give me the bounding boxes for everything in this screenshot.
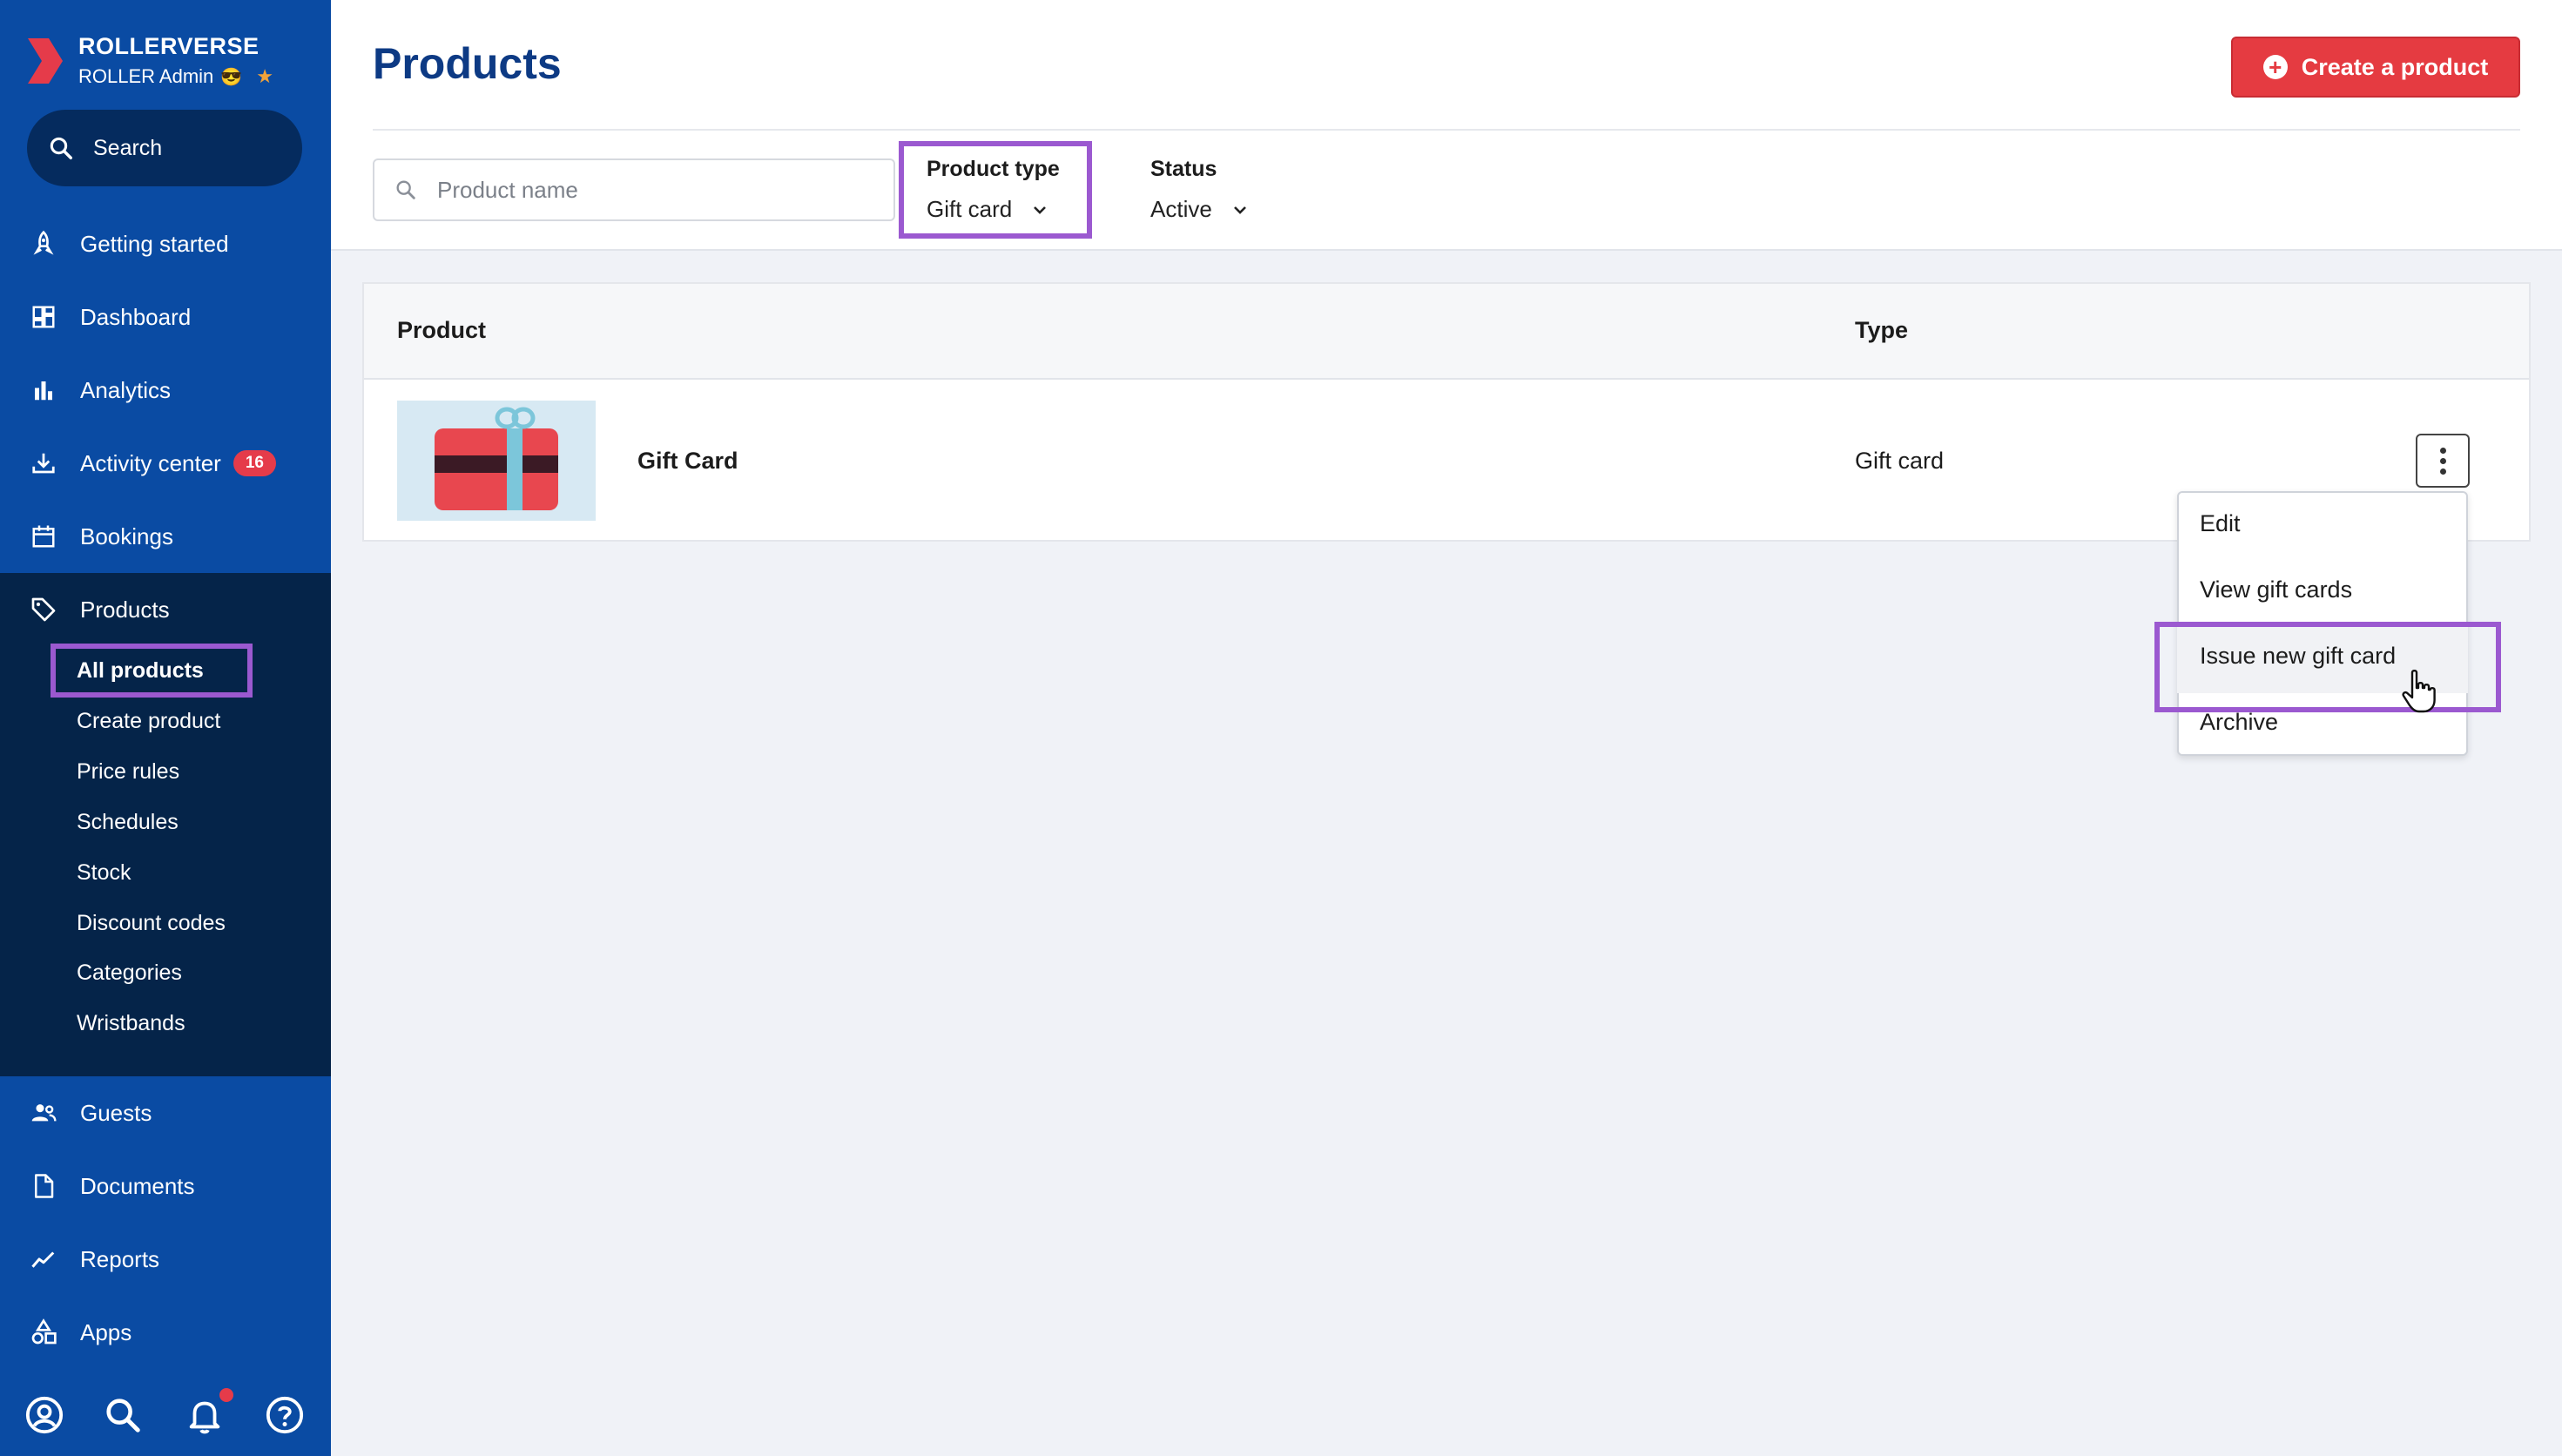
- sidebar-search-label: Search: [93, 135, 163, 160]
- document-icon: [28, 1170, 59, 1202]
- table-header: Product Type: [364, 284, 2529, 380]
- sidebar-item-label: Guests: [80, 1099, 152, 1126]
- sidebar-item-label: Bookings: [80, 522, 173, 549]
- sidebar-item-reports[interactable]: Reports: [0, 1223, 331, 1296]
- sidebar-subitem-wristbands[interactable]: Wristbands: [77, 1011, 185, 1036]
- search-icon[interactable]: [103, 1395, 143, 1435]
- sidebar-subitem-create-product[interactable]: Create product: [77, 709, 220, 734]
- sunglasses-emoji-icon: 😎: [220, 67, 243, 87]
- filter-label: Status: [1150, 157, 1217, 181]
- sidebar-item-label: Getting started: [80, 230, 229, 257]
- bar-chart-icon: [28, 374, 59, 406]
- sidebar-item-label: Reports: [80, 1245, 160, 1272]
- sidebar-item-getting-started[interactable]: Getting started: [0, 207, 331, 280]
- sidebar-subitem-schedules[interactable]: Schedules: [77, 810, 179, 835]
- sidebar-subitem-stock[interactable]: Stock: [77, 860, 131, 886]
- issue-gift-card-highlight: [2154, 622, 2501, 712]
- column-header-type[interactable]: Type: [1855, 317, 1908, 344]
- brand-name: ROLLERVERSE: [78, 33, 260, 59]
- rocket-icon: [28, 228, 59, 260]
- sidebar-item-products[interactable]: Products: [0, 573, 331, 646]
- gift-card-image-icon: [435, 407, 558, 510]
- create-product-label: Create a product: [2301, 53, 2489, 80]
- sidebar-item-bookings[interactable]: Bookings: [0, 500, 331, 573]
- page-title: Products: [373, 39, 562, 88]
- sidebar-subitem-discount-codes[interactable]: Discount codes: [77, 911, 226, 936]
- sidebar-item-label: Analytics: [80, 376, 172, 403]
- download-tray-icon: [28, 448, 59, 479]
- search-icon: [50, 137, 72, 159]
- menu-item-archive[interactable]: Archive: [2200, 709, 2278, 736]
- product-search-input[interactable]: [437, 176, 855, 204]
- sidebar-item-activity-center[interactable]: Activity center 16: [0, 427, 331, 500]
- chevron-down-icon: [1233, 206, 1246, 214]
- product-type-filter-highlight: [899, 141, 1092, 239]
- product-search-field[interactable]: [373, 158, 895, 221]
- sidebar-item-analytics[interactable]: Analytics: [0, 354, 331, 427]
- account-icon[interactable]: [24, 1395, 64, 1435]
- kebab-dot: [2439, 457, 2446, 464]
- brand-subtitle: ROLLER Admin: [78, 65, 214, 87]
- row-actions-button[interactable]: [2416, 434, 2470, 488]
- kebab-dot: [2439, 447, 2446, 454]
- column-header-product[interactable]: Product: [397, 317, 486, 344]
- sidebar-item-label: Documents: [80, 1172, 195, 1199]
- sidebar-item-documents[interactable]: Documents: [0, 1149, 331, 1223]
- sidebar-item-label: Activity center: [80, 449, 221, 476]
- brand[interactable]: ROLLERVERSE ROLLER Admin 😎 ★: [26, 33, 273, 88]
- sidebar-subitem-categories[interactable]: Categories: [77, 961, 182, 986]
- roller-logo-icon: [28, 37, 63, 84]
- activity-count-badge: 16: [233, 450, 276, 476]
- kebab-dot: [2439, 468, 2446, 475]
- sidebar-item-dashboard[interactable]: Dashboard: [0, 280, 331, 354]
- product-name[interactable]: Gift Card: [637, 448, 738, 475]
- sidebar-footer: [0, 1385, 331, 1446]
- calendar-icon: [28, 521, 59, 552]
- filter-value: Active: [1150, 196, 1212, 222]
- dashboard-icon: [28, 301, 59, 333]
- sidebar-item-guests[interactable]: Guests: [0, 1076, 331, 1149]
- menu-item-view-gift-cards[interactable]: View gift cards: [2200, 576, 2352, 603]
- hand-pointer-cursor-icon: [2402, 670, 2436, 713]
- plus-circle-icon: +: [2262, 55, 2288, 79]
- sidebar-item-apps[interactable]: Apps: [0, 1296, 331, 1369]
- status-filter[interactable]: Status Active: [1150, 157, 1249, 223]
- header-divider: [373, 129, 2520, 131]
- menu-item-edit[interactable]: Edit: [2200, 510, 2241, 537]
- star-icon: ★: [256, 65, 273, 87]
- notification-dot: [219, 1388, 233, 1402]
- bell-icon[interactable]: [185, 1395, 225, 1435]
- tag-icon: [28, 594, 59, 625]
- gift-card-thumbnail: [397, 401, 596, 521]
- sidebar-item-label: Apps: [80, 1318, 132, 1345]
- trend-line-icon: [28, 1244, 59, 1275]
- sidebar-subitem-price-rules[interactable]: Price rules: [77, 759, 179, 785]
- product-type: Gift card: [1855, 448, 1945, 474]
- sidebar: ROLLERVERSE ROLLER Admin 😎 ★ Search Gett…: [0, 0, 331, 1456]
- create-product-button[interactable]: + Create a product: [2231, 37, 2520, 98]
- shapes-icon: [28, 1317, 59, 1348]
- all-products-highlight: [51, 644, 253, 698]
- help-icon[interactable]: [265, 1395, 305, 1435]
- people-icon: [28, 1097, 59, 1129]
- sidebar-item-label: Dashboard: [80, 303, 192, 330]
- search-icon: [396, 180, 415, 199]
- sidebar-search[interactable]: Search: [27, 110, 302, 186]
- sidebar-item-label: Products: [80, 596, 170, 623]
